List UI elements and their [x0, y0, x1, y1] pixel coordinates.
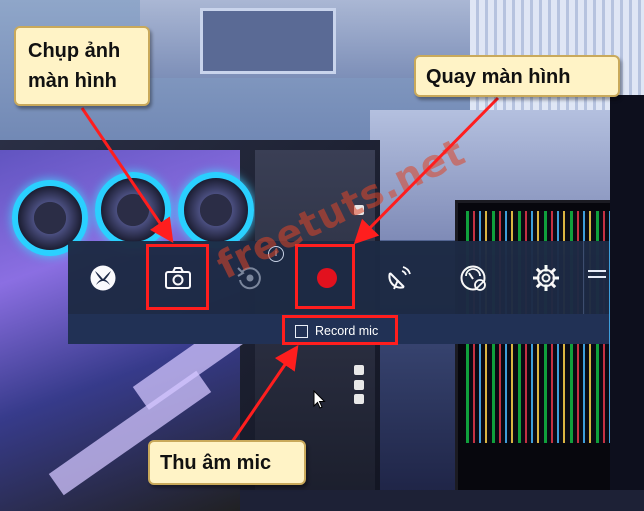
xbox-logo-icon	[90, 265, 116, 290]
record-highlight-box	[295, 244, 355, 309]
case-fan	[95, 172, 171, 248]
shelf-box	[200, 8, 336, 74]
mouse-cursor-icon	[313, 390, 326, 409]
performance-button[interactable]	[438, 241, 508, 314]
background-photo: i Record mic freetuts.net Chụp ảnh màn h…	[0, 0, 644, 511]
broadcast-button[interactable]	[364, 241, 434, 314]
callout-record: Quay màn hình	[414, 55, 620, 97]
xbox-button[interactable]	[68, 241, 138, 314]
mic-highlight-box	[282, 315, 398, 345]
screenshot-highlight-box	[146, 244, 209, 310]
callout-mic: Thu âm mic	[148, 440, 306, 485]
desk	[240, 490, 644, 511]
case-port	[354, 380, 364, 390]
game-bar-divider	[583, 241, 584, 314]
settings-button[interactable]	[511, 241, 581, 314]
second-monitor	[610, 95, 644, 511]
broadcast-icon	[388, 265, 411, 289]
case-port	[354, 365, 364, 375]
callout-screenshot: Chụp ảnh màn hình	[14, 26, 150, 106]
case-port	[354, 394, 364, 404]
gauge-icon	[460, 265, 486, 291]
callout-screenshot-line1: Chụp ảnh	[28, 40, 121, 62]
gear-icon	[533, 264, 559, 291]
drag-handle[interactable]	[588, 270, 606, 280]
callout-screenshot-line2: màn hình	[28, 70, 117, 92]
